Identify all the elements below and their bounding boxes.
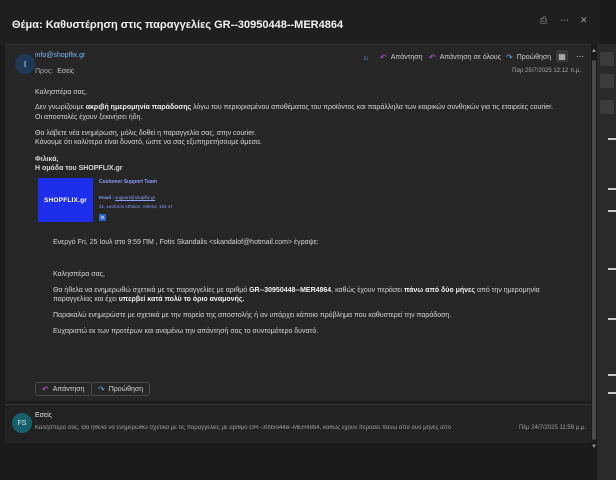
footer-forward-label: Προώθηση: [108, 385, 144, 393]
quoted-paragraph-1: Θα ήθελα να ενημερωθώ σχετικά με τις παρ…: [53, 287, 540, 294]
signature-card: SHOPFLIX.gr Customer Support Team Email …: [38, 178, 182, 222]
forward-icon: ↷: [98, 384, 105, 394]
to-label: Προς:: [35, 68, 54, 75]
reply-icon: ↶: [380, 52, 387, 62]
quoted-greeting: Καλησπέρα σας,: [53, 271, 105, 278]
recipient-line: Προς: Εσείς: [35, 68, 74, 75]
body-paragraph-1: Δεν γνωρίζουμε ακριβή ημερομηνία παράδοσ…: [35, 104, 554, 111]
reply-all-button[interactable]: ↶ Απάντηση σε όλους: [429, 51, 501, 63]
scroll-marker: [608, 210, 616, 212]
scroll-marker: [608, 188, 616, 190]
quoted-header: Ενεργό Fri, 25 Ιουλ στο 9:59 ΠΜ , Fotis …: [53, 239, 319, 246]
sender-address[interactable]: info@shopflix.gr: [35, 52, 85, 59]
signature-team: Customer Support Team: [99, 179, 157, 185]
sun-icon: ☼: [362, 52, 370, 62]
more-actions-button[interactable]: ⋯: [574, 50, 586, 62]
sign-team: Η ομάδα του SHOPFLIX.gr: [35, 165, 123, 172]
right-panel-strip: [597, 44, 616, 480]
footer-forward-button[interactable]: ↷ Προώθηση: [91, 382, 151, 396]
more-icon: ⋯: [576, 51, 584, 61]
scroll-marker: [608, 318, 616, 320]
reply-label: Απάντηση: [390, 53, 423, 61]
forward-label: Προώθηση: [516, 53, 552, 61]
grid-view-button[interactable]: ▦: [556, 50, 568, 62]
signature-email: Email : support@shopflix.gr: [99, 195, 156, 200]
body-paragraph-1-line-2: Οι αποστολές έχουν ξεκινήσει ήδη.: [35, 114, 143, 121]
scroll-up-arrow[interactable]: ▲: [591, 48, 597, 54]
linkedin-icon[interactable]: in: [99, 214, 106, 221]
scroll-marker: [608, 138, 616, 140]
close-icon[interactable]: ✕: [580, 15, 588, 26]
print-icon[interactable]: ⎙: [540, 15, 548, 26]
thread-sender: Εσείς: [35, 412, 53, 419]
body-paragraph-2: Θα λάβετε νέα ενημέρωση, μόλις δοθεί η π…: [35, 130, 256, 137]
scroll-marker: [608, 268, 616, 270]
sender-avatar: I: [15, 54, 35, 74]
body-greeting: Καλησπέρα σας,: [35, 89, 87, 96]
forward-icon: ↷: [506, 52, 513, 62]
reply-icon: ↶: [42, 384, 49, 394]
footer-reply-button[interactable]: ↶ Απάντηση: [35, 382, 92, 396]
email-subject: Θέμα: Καθυστέρηση στις παραγγελίες GR--3…: [12, 19, 344, 31]
signature-address: 31, Leoforos Athinon, Athens, 104 47: [99, 204, 173, 209]
brightness-button[interactable]: ☼: [362, 51, 369, 63]
scroll-marker: [608, 392, 616, 394]
thread-message-item[interactable]: FS Εσείς Καλησπέρα σας, Θα ήθελα να ενημ…: [5, 404, 591, 443]
shopflix-logo: SHOPFLIX.gr: [38, 178, 93, 222]
thread-avatar: FS: [12, 413, 32, 433]
quoted-paragraph-3: Ευχαριστώ εκ των προτέρων και αναμένω τη…: [53, 328, 319, 335]
reply-all-icon: ↶: [429, 52, 436, 62]
message-date: Παρ 25/7/2025 12:12 π.μ.: [512, 68, 581, 74]
forward-button[interactable]: ↷ Προώθηση: [506, 51, 551, 63]
quoted-paragraph-2: Παρακαλώ ενημερώστε με σχετικά με την πο…: [53, 312, 452, 319]
body-paragraph-2-line-2: Κάνουμε ότι καλύτερο είναι δυνατό, ώστε …: [35, 139, 262, 146]
grid-view-icon: ▦: [558, 51, 566, 61]
title-bar: Θέμα: Καθυστέρηση στις παραγγελίες GR--3…: [0, 0, 600, 44]
thread-date: Πέμ 24/7/2025 11:59 μ.μ.: [519, 425, 586, 431]
scroll-marker: [608, 374, 616, 376]
reply-all-label: Απάντηση σε όλους: [439, 53, 502, 61]
email-message: I info@shopflix.gr Προς: Εσείς Παρ 25/7/2…: [5, 44, 591, 401]
recipient[interactable]: Εσείς: [57, 68, 74, 75]
thread-preview: Καλησπέρα σας, Θα ήθελα να ενημερωθώ σχε…: [35, 425, 452, 431]
reply-button[interactable]: ↶ Απάντηση: [380, 51, 423, 63]
footer-reply-label: Απάντηση: [52, 385, 85, 393]
vertical-scrollbar[interactable]: [592, 60, 596, 440]
quoted-paragraph-1-line-2: παραγγελίας και έχει υπερβεί κατά πολύ τ…: [53, 296, 245, 303]
sign-off: Φιλικά,: [35, 156, 59, 163]
more-icon[interactable]: ⋯: [560, 15, 569, 26]
scroll-down-arrow[interactable]: ▼: [591, 444, 597, 450]
